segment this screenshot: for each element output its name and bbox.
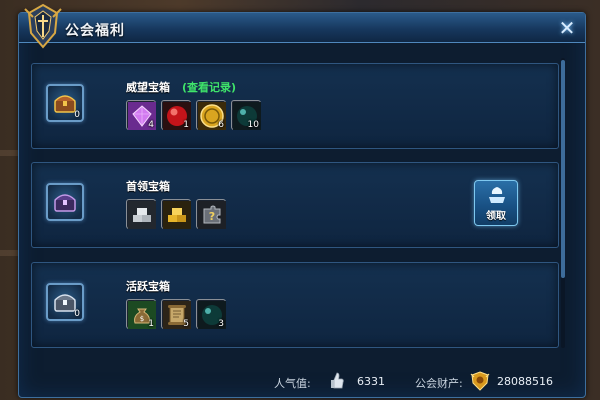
title-bar: 公会福利 ✕: [19, 3, 585, 49]
chest-count: 0: [74, 110, 80, 120]
silver-ingots-icon[interactable]: [126, 199, 156, 229]
svg-text:?: ?: [209, 210, 215, 223]
chest-list: 0 威望宝箱 (查看记录) 4 1 6 10 首领宝箱 ? 领取 0 活跃宝箱 …: [31, 58, 565, 348]
chest-count: 0: [74, 309, 80, 319]
red-orb-icon[interactable]: 1: [161, 100, 191, 130]
item-count: 5: [183, 319, 189, 329]
thumbs-up-icon: [331, 372, 344, 389]
background-detail: [0, 150, 18, 156]
guild-shield-icon: [470, 371, 490, 391]
dark-teal-orb-icon[interactable]: 3: [196, 299, 226, 329]
view-records-link[interactable]: (查看记录): [182, 79, 236, 95]
guild-crest-icon: [24, 3, 62, 49]
window-title: 公会福利: [65, 23, 125, 39]
background-detail: [0, 250, 18, 256]
item-count: 1: [148, 319, 154, 329]
popularity-value: 6331: [357, 375, 385, 388]
money-bag-icon[interactable]: $ 1: [126, 299, 156, 329]
guild-benefits-window: 公会福利 ✕ 0 威望宝箱 (查看记录) 4 1 6 10 首领宝箱 ? 领取 …: [18, 3, 586, 398]
guild-wealth-value: 28088516: [497, 375, 553, 388]
close-icon[interactable]: ✕: [555, 16, 579, 40]
svg-text:$: $: [140, 315, 144, 323]
section-title: 活跃宝箱: [126, 280, 170, 293]
prestige-chest-section: 0 威望宝箱 (查看记录) 4 1 6 10: [31, 63, 559, 149]
scroll-thumb[interactable]: [561, 60, 565, 278]
claim-label: 领取: [486, 211, 506, 222]
guild-wealth-label: 公会财产:: [415, 377, 463, 390]
boss-chest-section: 首领宝箱 ? 领取: [31, 162, 559, 248]
claim-hand-icon: [489, 187, 505, 203]
gold-coin-icon[interactable]: 6: [196, 100, 226, 130]
item-count: 6: [218, 120, 224, 130]
footer-stats: 人气值: 6331 公会财产: 28088516: [19, 367, 585, 397]
item-count: 3: [218, 319, 224, 329]
item-count: 1: [183, 120, 189, 130]
item-count: 4: [148, 120, 154, 130]
scrollbar[interactable]: [561, 58, 565, 348]
section-title: 首领宝箱: [126, 180, 170, 193]
gold-ingots-icon[interactable]: [161, 199, 191, 229]
gold-chest-icon[interactable]: 0: [46, 84, 84, 122]
scroll-icon[interactable]: 5: [161, 299, 191, 329]
mystery-puzzle-icon[interactable]: ?: [196, 199, 226, 229]
silver-chest-icon[interactable]: 0: [46, 283, 84, 321]
claim-button[interactable]: 领取: [474, 180, 518, 226]
purple-gem-icon[interactable]: 4: [126, 100, 156, 130]
item-count: 10: [247, 120, 259, 130]
activity-chest-section: 0 活跃宝箱 $ 1 5 3: [31, 262, 559, 348]
popularity-label: 人气值:: [274, 377, 311, 390]
section-title: 威望宝箱: [126, 81, 170, 94]
dark-teal-orb-icon[interactable]: 10: [231, 100, 261, 130]
purple-chest-icon[interactable]: [46, 183, 84, 221]
